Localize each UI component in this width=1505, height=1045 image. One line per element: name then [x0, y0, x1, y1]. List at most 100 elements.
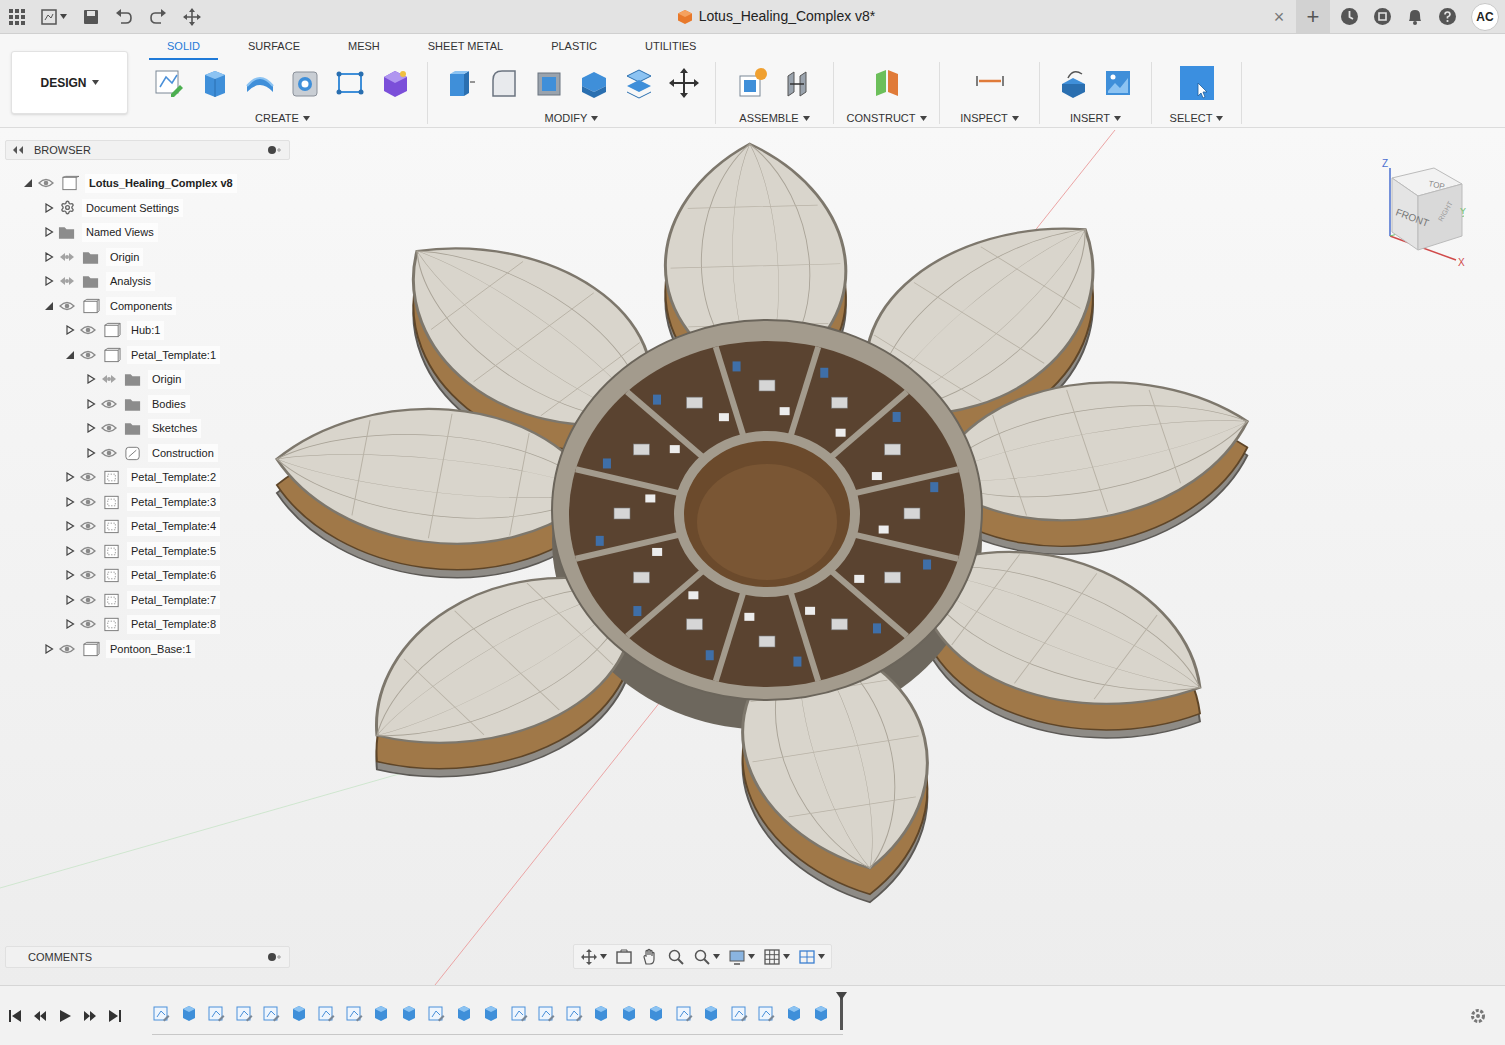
revolve-icon[interactable] — [243, 66, 277, 100]
solid-feature-icon[interactable] — [372, 1004, 390, 1022]
tree-row[interactable]: Lotus_Healing_Complex v8 — [5, 171, 290, 196]
tool-group-label[interactable]: INSERT — [1070, 110, 1121, 127]
solid-feature-icon[interactable] — [592, 1004, 610, 1022]
tree-row[interactable]: Bodies — [5, 392, 290, 417]
collapsed-triangle-icon[interactable] — [86, 448, 96, 458]
tree-row[interactable]: Petal_Template:5 — [5, 539, 290, 564]
tree-label[interactable]: Pontoon_Base:1 — [106, 640, 195, 659]
sketch-feature-icon[interactable] — [345, 1004, 363, 1022]
model-canvas[interactable] — [0, 128, 1505, 985]
tree-row[interactable]: Origin — [5, 367, 290, 392]
go-to-start-icon[interactable] — [8, 1009, 22, 1023]
panel-options-icon[interactable] — [267, 952, 283, 962]
lotus-model-icon[interactable] — [264, 142, 1269, 917]
pattern-icon[interactable] — [333, 66, 367, 100]
ribbon-tab[interactable]: SURFACE — [230, 38, 318, 61]
sketch-feature-icon[interactable] — [235, 1004, 253, 1022]
tree-row[interactable]: Petal_Template:8 — [5, 612, 290, 637]
collapsed-triangle-icon[interactable] — [65, 325, 75, 335]
tree-row[interactable]: Petal_Template:3 — [5, 490, 290, 515]
tree-row[interactable]: Petal_Template:6 — [5, 563, 290, 588]
tree-label[interactable]: Petal_Template:4 — [127, 517, 220, 536]
play-icon[interactable] — [58, 1009, 72, 1023]
comments-panel[interactable]: COMMENTS — [5, 946, 290, 968]
eye-icon[interactable] — [101, 373, 117, 385]
sketch-feature-icon[interactable] — [537, 1004, 555, 1022]
insertmesh-icon[interactable] — [1056, 66, 1090, 100]
fillet-icon[interactable] — [487, 66, 521, 100]
tree-row[interactable]: Components — [5, 294, 290, 319]
expanded-triangle-icon[interactable] — [23, 178, 33, 188]
solid-feature-icon[interactable] — [812, 1004, 830, 1022]
new-tab-button[interactable]: + — [1296, 0, 1330, 33]
tree-label[interactable]: Origin — [148, 370, 185, 389]
tool-group-label[interactable]: SELECT — [1170, 110, 1224, 127]
orbit-button[interactable] — [576, 948, 611, 966]
solid-feature-icon[interactable] — [482, 1004, 500, 1022]
tree-label[interactable]: Lotus_Healing_Complex v8 — [85, 174, 237, 193]
timeline-marker[interactable] — [840, 996, 843, 1030]
help-icon[interactable] — [1438, 7, 1457, 26]
solid-feature-icon[interactable] — [290, 1004, 308, 1022]
collapsed-triangle-icon[interactable] — [86, 374, 96, 384]
eye-icon[interactable] — [101, 422, 117, 434]
tree-row[interactable]: Petal_Template:7 — [5, 588, 290, 613]
collapsed-triangle-icon[interactable] — [44, 252, 54, 262]
apps-grid-icon[interactable] — [9, 9, 25, 25]
move-cursor-icon[interactable] — [183, 8, 201, 26]
align-icon[interactable] — [622, 66, 656, 100]
grid-settings-button[interactable] — [759, 948, 794, 966]
undo-icon[interactable] — [115, 9, 133, 25]
eye-icon[interactable] — [80, 349, 96, 361]
collapsed-triangle-icon[interactable] — [65, 546, 75, 556]
collapsed-triangle-icon[interactable] — [65, 619, 75, 629]
eye-icon[interactable] — [80, 545, 96, 557]
tree-row[interactable]: Sketches — [5, 416, 290, 441]
tree-label[interactable]: Origin — [106, 248, 143, 267]
tree-row[interactable]: Analysis — [5, 269, 290, 294]
tree-row[interactable]: Named Views — [5, 220, 290, 245]
eye-icon[interactable] — [80, 594, 96, 606]
combine-icon[interactable] — [577, 66, 611, 100]
eye-icon[interactable] — [59, 251, 75, 263]
form-icon[interactable] — [378, 66, 412, 100]
tree-label[interactable]: Components — [106, 297, 176, 316]
expanded-triangle-icon[interactable] — [65, 350, 75, 360]
marker-handle-icon[interactable] — [836, 992, 847, 1000]
eye-icon[interactable] — [59, 275, 75, 287]
user-avatar[interactable]: AC — [1471, 3, 1499, 31]
tree-row[interactable]: Petal_Template:1 — [5, 343, 290, 368]
ribbon-tab[interactable]: SHEET METAL — [410, 38, 521, 61]
sketch-feature-icon[interactable] — [565, 1004, 583, 1022]
collapsed-triangle-icon[interactable] — [65, 595, 75, 605]
box-icon[interactable] — [198, 66, 232, 100]
solid-feature-icon[interactable] — [785, 1004, 803, 1022]
collapsed-triangle-icon[interactable] — [65, 521, 75, 531]
sketch-feature-icon[interactable] — [427, 1004, 445, 1022]
sketch-feature-icon[interactable] — [757, 1004, 775, 1022]
solid-feature-icon[interactable] — [455, 1004, 473, 1022]
collapse-panel-icon[interactable] — [12, 145, 24, 155]
tree-row[interactable]: Petal_Template:4 — [5, 514, 290, 539]
collapsed-triangle-icon[interactable] — [65, 497, 75, 507]
tree-label[interactable]: Named Views — [82, 223, 158, 242]
job-status-icon[interactable] — [1340, 7, 1359, 26]
eye-icon[interactable] — [80, 618, 96, 630]
tree-label[interactable]: Sketches — [148, 419, 201, 438]
zoom-window-button[interactable] — [689, 948, 724, 966]
tool-group-label[interactable]: ASSEMBLE — [739, 110, 809, 127]
sketch-feature-icon[interactable] — [730, 1004, 748, 1022]
workspace-button[interactable]: DESIGN — [11, 51, 128, 114]
eye-icon[interactable] — [59, 643, 75, 655]
tree-label[interactable]: Bodies — [148, 395, 190, 414]
tree-label[interactable]: Petal_Template:3 — [127, 493, 220, 512]
collapsed-triangle-icon[interactable] — [44, 276, 54, 286]
move-icon[interactable] — [667, 66, 701, 100]
tree-row[interactable]: Origin — [5, 245, 290, 270]
tool-group-label[interactable]: CONSTRUCT — [846, 110, 926, 127]
presspull-icon[interactable] — [442, 66, 476, 100]
viewcube[interactable]: TOPFRONTRIGHTZXY — [1372, 158, 1472, 268]
tree-label[interactable]: Analysis — [106, 272, 155, 291]
panel-options-icon[interactable] — [267, 145, 283, 155]
eye-icon[interactable] — [80, 471, 96, 483]
